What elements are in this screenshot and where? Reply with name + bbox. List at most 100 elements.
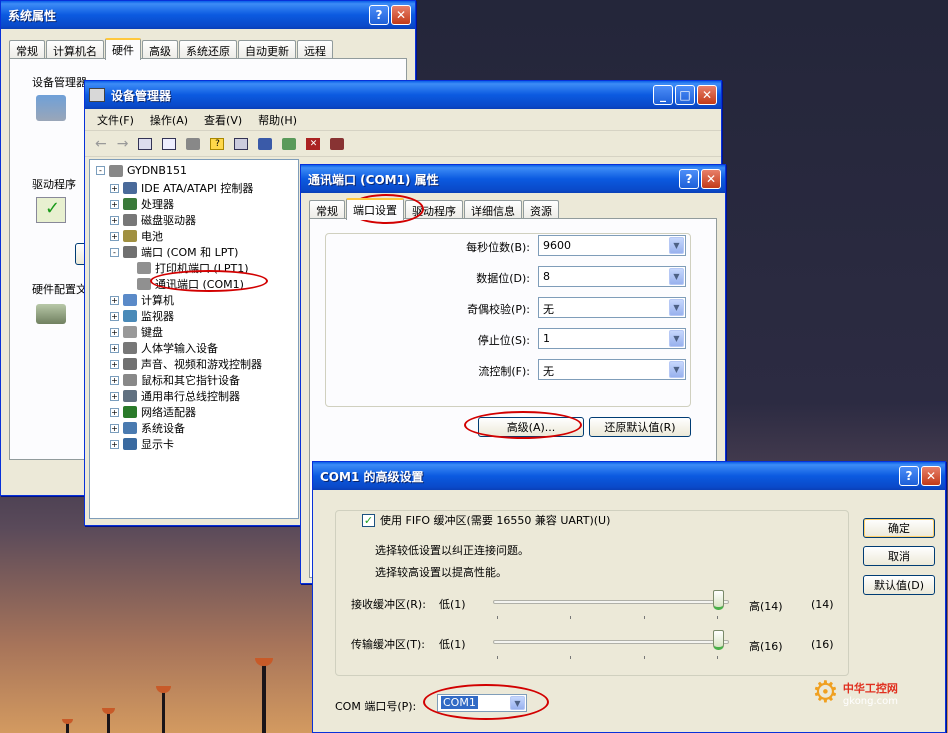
tree-item[interactable]: + 通用串行总线控制器 bbox=[110, 388, 240, 404]
tree-item[interactable]: + 网络适配器 bbox=[110, 404, 196, 420]
tab-sysprop-1[interactable]: 计算机名 bbox=[46, 40, 104, 59]
menu-item-2[interactable]: 查看(V) bbox=[204, 112, 242, 128]
expand-icon[interactable]: + bbox=[110, 407, 119, 417]
help-icon[interactable]: ? bbox=[210, 137, 225, 150]
close-button[interactable]: ✕ bbox=[921, 466, 941, 486]
tab-comprop-4[interactable]: 资源 bbox=[523, 200, 559, 219]
tab-sysprop-2[interactable]: 硬件 bbox=[105, 38, 141, 60]
maximize-button[interactable]: □ bbox=[675, 85, 695, 105]
restore-defaults-button[interactable]: 还原默认值(R) bbox=[589, 417, 691, 437]
tree-item[interactable]: + 电池 bbox=[110, 228, 163, 244]
print-icon[interactable] bbox=[186, 137, 201, 150]
expand-icon[interactable]: + bbox=[110, 359, 119, 369]
tx-slider-track[interactable] bbox=[493, 640, 729, 644]
tree-item[interactable]: + 监视器 bbox=[110, 308, 174, 324]
tab-sysprop-3[interactable]: 高级 bbox=[142, 40, 178, 59]
drivers-icon: ✓ bbox=[36, 197, 66, 223]
title-bar[interactable]: COM1 的高级设置 ? ✕ bbox=[313, 462, 945, 490]
slider-tick bbox=[643, 616, 645, 619]
chevron-down-icon[interactable]: ▼ bbox=[669, 268, 684, 285]
title-bar[interactable]: 通讯端口 (COM1) 属性 ? ✕ bbox=[301, 165, 725, 193]
tab-sysprop-5[interactable]: 自动更新 bbox=[238, 40, 296, 59]
device-icon bbox=[123, 438, 137, 450]
collapse-icon[interactable]: - bbox=[110, 247, 119, 257]
collapse-icon[interactable]: - bbox=[96, 166, 105, 175]
expand-icon[interactable]: + bbox=[110, 183, 119, 193]
tab-comprop-0[interactable]: 常规 bbox=[309, 200, 345, 219]
console-tree-icon[interactable] bbox=[138, 137, 153, 150]
field-select[interactable]: 无 ▼ bbox=[538, 297, 686, 318]
back-icon[interactable]: ← bbox=[95, 136, 107, 152]
tx-value: (16) bbox=[811, 638, 834, 651]
cancel-button[interactable]: 取消 bbox=[863, 546, 935, 566]
tree-item[interactable]: + 声音、视频和游戏控制器 bbox=[110, 356, 262, 372]
field-select[interactable]: 8 ▼ bbox=[538, 266, 686, 287]
expand-icon[interactable]: + bbox=[110, 215, 119, 225]
tab-sysprop-6[interactable]: 远程 bbox=[297, 40, 333, 59]
update-driver-icon[interactable] bbox=[282, 137, 297, 150]
computer-icon bbox=[89, 88, 105, 102]
tree-item[interactable]: + 键盘 bbox=[110, 324, 163, 340]
field-select[interactable]: 9600 ▼ bbox=[538, 235, 686, 256]
tree-item-label: 磁盘驱动器 bbox=[141, 214, 196, 227]
expand-icon[interactable]: + bbox=[110, 199, 119, 209]
chevron-down-icon[interactable]: ▼ bbox=[669, 361, 684, 378]
tree-item[interactable]: + 人体学输入设备 bbox=[110, 340, 218, 356]
chevron-down-icon[interactable]: ▼ bbox=[669, 237, 684, 254]
tree-item[interactable]: + 鼠标和其它指针设备 bbox=[110, 372, 240, 388]
tab-comprop-1[interactable]: 端口设置 bbox=[346, 198, 404, 220]
expand-icon[interactable]: + bbox=[110, 327, 119, 337]
disable-icon[interactable] bbox=[330, 137, 345, 150]
tree-item[interactable]: + IDE ATA/ATAPI 控制器 bbox=[110, 180, 253, 196]
view-icon[interactable] bbox=[234, 137, 249, 150]
chevron-down-icon[interactable]: ▼ bbox=[669, 299, 684, 316]
tree-item-label: 显示卡 bbox=[141, 438, 174, 451]
defaults-button[interactable]: 默认值(D) bbox=[863, 575, 935, 595]
rx-slider-thumb[interactable] bbox=[713, 590, 724, 610]
forward-icon[interactable]: → bbox=[117, 136, 129, 152]
expand-icon[interactable]: + bbox=[110, 439, 119, 449]
expand-icon[interactable]: + bbox=[110, 423, 119, 433]
tree-item[interactable]: + 计算机 bbox=[110, 292, 174, 308]
tree-item-label: 鼠标和其它指针设备 bbox=[141, 374, 240, 387]
tab-sysprop-4[interactable]: 系统还原 bbox=[179, 40, 237, 59]
properties-icon[interactable] bbox=[162, 137, 177, 150]
close-button[interactable]: ✕ bbox=[697, 85, 717, 105]
tree-item[interactable]: + 系统设备 bbox=[110, 420, 185, 436]
help-button[interactable]: ? bbox=[899, 466, 919, 486]
tx-slider-thumb[interactable] bbox=[713, 630, 724, 650]
expand-icon[interactable]: + bbox=[110, 343, 119, 353]
hw-profiles-icon bbox=[36, 304, 66, 324]
field-select[interactable]: 无 ▼ bbox=[538, 359, 686, 380]
close-button[interactable]: ✕ bbox=[391, 5, 411, 25]
title-bar[interactable]: 设备管理器 _ □ ✕ bbox=[85, 81, 721, 109]
fifo-checkbox[interactable]: ✓ bbox=[362, 513, 375, 527]
tree-item[interactable]: + 显示卡 bbox=[110, 436, 174, 452]
help-button[interactable]: ? bbox=[369, 5, 389, 25]
ok-button[interactable]: 确定 bbox=[863, 518, 935, 538]
field-select[interactable]: 1 ▼ bbox=[538, 328, 686, 349]
menu-item-1[interactable]: 操作(A) bbox=[150, 112, 188, 128]
menu-item-3[interactable]: 帮助(H) bbox=[258, 112, 297, 128]
expand-icon[interactable]: + bbox=[110, 231, 119, 241]
expand-icon[interactable]: + bbox=[110, 391, 119, 401]
tree-item[interactable]: + 磁盘驱动器 bbox=[110, 212, 196, 228]
chevron-down-icon[interactable]: ▼ bbox=[669, 330, 684, 347]
minimize-button[interactable]: _ bbox=[653, 85, 673, 105]
tab-comprop-3[interactable]: 详细信息 bbox=[464, 200, 522, 219]
help-button[interactable]: ? bbox=[679, 169, 699, 189]
expand-icon[interactable]: + bbox=[110, 375, 119, 385]
tree-item[interactable]: - GYDNB151 bbox=[96, 164, 187, 177]
rx-slider-track[interactable] bbox=[493, 600, 729, 604]
tree-item[interactable]: - 端口 (COM 和 LPT) bbox=[110, 244, 238, 260]
uninstall-icon[interactable]: ✕ bbox=[306, 137, 321, 150]
title-bar[interactable]: 系统属性 ? ✕ bbox=[1, 1, 415, 29]
tree-item[interactable]: + 处理器 bbox=[110, 196, 174, 212]
scan-icon[interactable] bbox=[258, 137, 273, 150]
close-button[interactable]: ✕ bbox=[701, 169, 721, 189]
menu-item-0[interactable]: 文件(F) bbox=[97, 112, 134, 128]
tab-sysprop-0[interactable]: 常规 bbox=[9, 40, 45, 59]
device-icon bbox=[123, 374, 137, 386]
expand-icon[interactable]: + bbox=[110, 311, 119, 321]
expand-icon[interactable]: + bbox=[110, 295, 119, 305]
